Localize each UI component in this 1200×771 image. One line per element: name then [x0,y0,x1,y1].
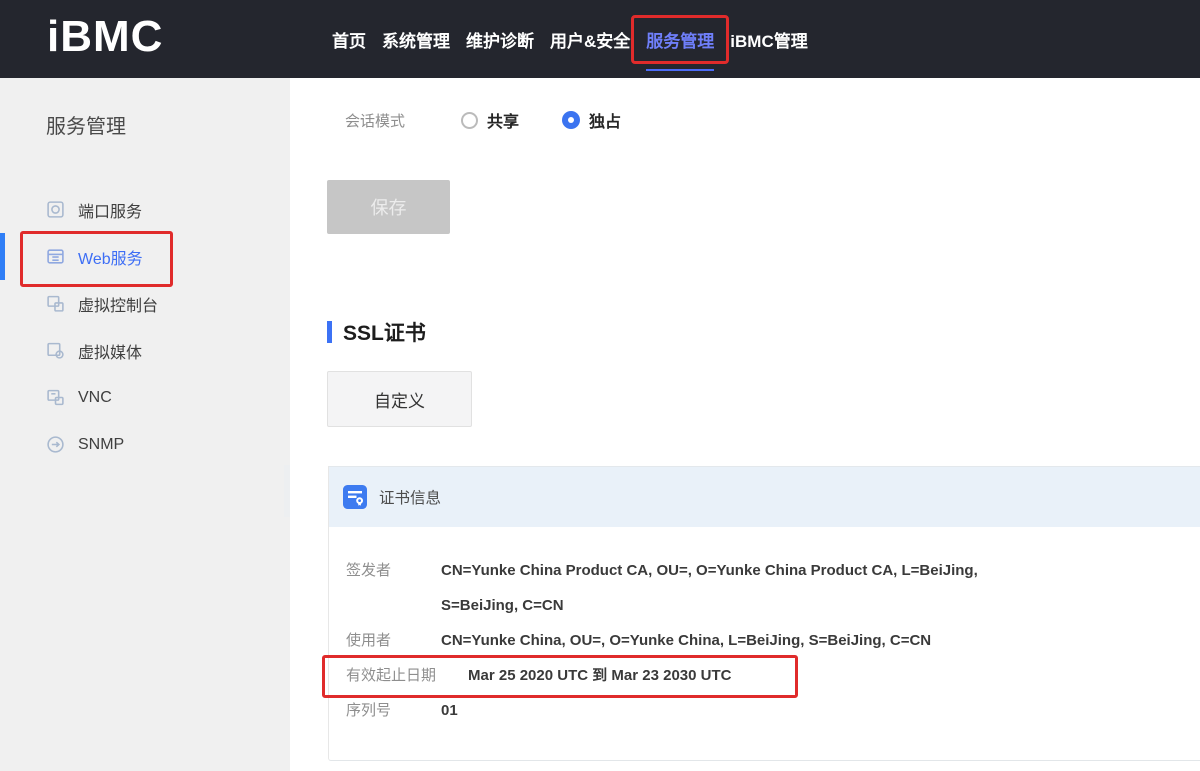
cert-row-subject: 使用者 CN=Yunke China, OU=, O=Yunke China, … [346,623,1200,658]
top-header: iBMC 首页 系统管理 维护诊断 用户&安全 服务管理 iBMC管理 [0,0,1200,78]
cert-row-label: 签发者 [346,553,409,623]
customize-button[interactable]: 自定义 [327,371,472,427]
cert-row-value: CN=Yunke China, OU=, O=Yunke China, L=Be… [441,623,931,658]
sidebar-item-label: 虚拟媒体 [78,339,142,363]
sidebar-menu: 端口服务 Web服务 虚拟控制台 虚拟媒体 [0,186,290,468]
radio-exclusive-label: 独占 [589,108,621,132]
cert-row-label: 使用者 [346,623,409,658]
radio-exclusive[interactable]: 独占 [562,108,621,132]
snmp-icon [46,435,65,454]
save-button[interactable]: 保存 [327,180,450,234]
cert-row-issuer: 签发者 CN=Yunke China Product CA, OU=, O=Yu… [346,553,1200,623]
sidebar-item-port-services[interactable]: 端口服务 [0,186,290,233]
cert-row-value: CN=Yunke China Product CA, OU=, O=Yunke … [441,553,1036,623]
radio-unselected-icon [461,112,478,129]
port-services-icon [46,200,65,219]
certificate-icon [342,484,368,510]
certificate-panel-header: 证书信息 [329,466,1200,527]
sidebar-item-label: 虚拟控制台 [78,292,158,316]
virtual-media-icon [46,341,65,360]
sidebar-item-virtual-media[interactable]: 虚拟媒体 [0,327,290,374]
certificate-info-panel: 证书信息 签发者 CN=Yunke China Product CA, OU=,… [328,466,1200,761]
sidebar-item-label: Web服务 [78,245,143,269]
sidebar-item-label: 端口服务 [78,198,142,222]
radio-selected-icon [562,111,580,129]
cert-row-serial-number: 序列号 01 [346,693,1200,728]
cert-row-validity: 有效起止日期 Mar 25 2020 UTC 到 Mar 23 2030 UTC [346,658,1200,693]
nav-ibmc-management[interactable]: iBMC管理 [730,18,807,61]
sidebar-item-label: SNMP [78,436,124,454]
nav-user-security[interactable]: 用户&安全 [550,18,630,61]
ssl-section-title-text: SSL证书 [343,317,426,347]
nav-maintenance-diagnostics[interactable]: 维护诊断 [466,18,534,61]
nav-home[interactable]: 首页 [332,18,366,61]
sidebar-item-virtual-console[interactable]: 虚拟控制台 [0,280,290,327]
certificate-panel-body: 签发者 CN=Yunke China Product CA, OU=, O=Yu… [329,527,1200,728]
active-item-accent-bar [0,233,5,280]
session-mode-row: 会话模式 共享 独占 [345,110,664,130]
cert-row-value: 01 [441,693,458,728]
radio-shared[interactable]: 共享 [461,108,519,132]
vnc-icon [46,388,65,407]
ibmc-page: iBMC 首页 系统管理 维护诊断 用户&安全 服务管理 iBMC管理 服务管理… [0,0,1200,771]
sidebar-item-vnc[interactable]: VNC [0,374,290,421]
active-nav-underline [646,69,714,71]
cert-row-value: Mar 25 2020 UTC 到 Mar 23 2030 UTC [468,658,731,693]
sidebar-item-snmp[interactable]: SNMP [0,421,290,468]
certificate-panel-title: 证书信息 [379,486,441,508]
cert-row-label: 有效起止日期 [346,658,436,693]
sidebar-item-label: VNC [78,389,112,407]
main-content: 会话模式 共享 独占 保存 SSL证书 自定义 [290,78,1200,771]
sidebar: 服务管理 端口服务 Web服务 虚拟控制台 [0,78,290,771]
main-nav: 首页 系统管理 维护诊断 用户&安全 服务管理 iBMC管理 [332,0,808,78]
virtual-console-icon [46,294,65,313]
nav-service-management[interactable]: 服务管理 [631,15,729,64]
session-mode-label: 会话模式 [345,110,405,131]
ssl-section-title: SSL证书 [327,317,426,347]
ibmc-logo: iBMC [47,12,163,62]
cert-row-label: 序列号 [346,693,409,728]
sidebar-item-web-service[interactable]: Web服务 [0,233,290,280]
nav-service-management-label: 服务管理 [646,32,714,51]
nav-system-management[interactable]: 系统管理 [382,18,450,61]
radio-shared-label: 共享 [487,108,519,132]
web-service-icon [46,247,65,266]
sidebar-title: 服务管理 [46,110,126,139]
section-accent-bar [327,321,332,343]
